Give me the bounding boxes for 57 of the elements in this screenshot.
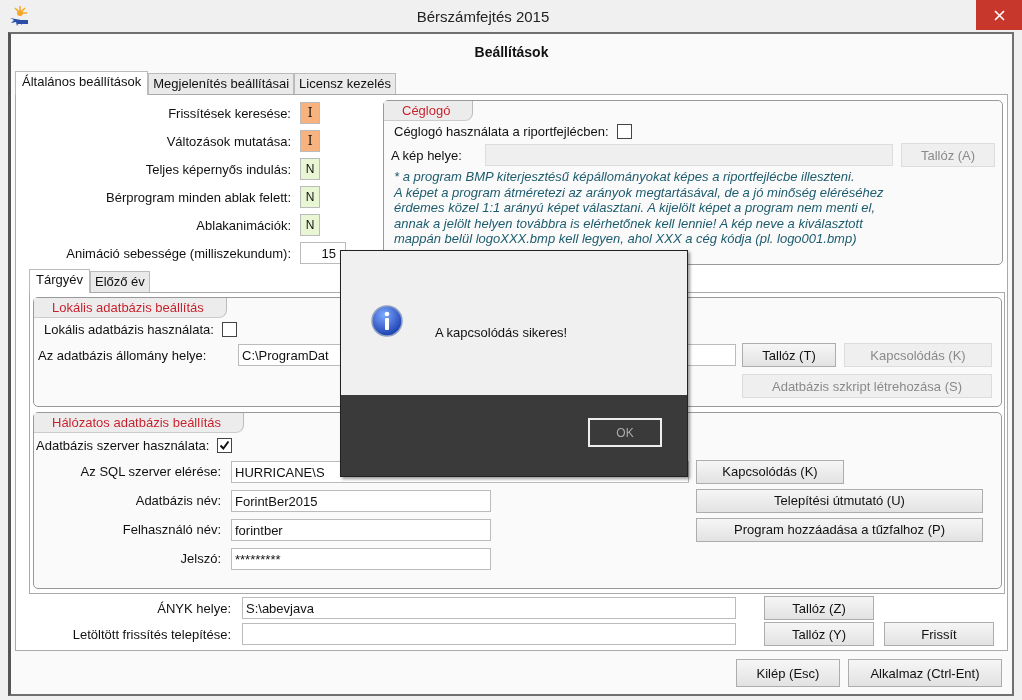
button[interactable]: Kapcsolódás (K) — [696, 459, 844, 484]
button[interactable]: Program hozzáadása a tűzfalhoz (P) — [696, 517, 983, 542]
password-field[interactable]: ********* — [231, 547, 491, 570]
field-label: Jelszó: — [179, 551, 222, 566]
field-label: Az adatbázis állomány helye: — [38, 347, 208, 363]
dialog-heading: Beállítások — [473, 43, 550, 62]
setting-label: Animáció sebessége (milliszekundum): — [65, 245, 291, 261]
toggle-box[interactable]: N — [300, 186, 320, 208]
close-button[interactable] — [976, 0, 1022, 30]
button[interactable]: Telepítési útmutató (U) — [696, 488, 983, 513]
text-field[interactable]: S:\abevjava — [242, 597, 736, 619]
field-label: Adatbázis név: — [134, 493, 222, 508]
field-label: ÁNYK helye: — [156, 600, 232, 616]
checkbox[interactable] — [616, 123, 632, 139]
checkbox-label: Adatbázis szerver használata: — [36, 437, 210, 453]
field-label: Az SQL szerver elérése: — [79, 464, 222, 479]
field-label: A kép helye: — [391, 147, 463, 163]
button[interactable]: Tallóz (Z) — [764, 596, 874, 620]
dialog-message: A kapcsolódás sikeres! — [435, 325, 568, 340]
toggle-box[interactable]: N — [300, 158, 320, 180]
tab[interactable]: Licensz kezelés — [294, 73, 396, 94]
button[interactable]: Kilép (Esc) — [736, 659, 840, 687]
ok-button[interactable]: OK — [588, 418, 662, 447]
toggle-box[interactable]: N — [300, 214, 320, 236]
setting-label: Frissítések keresése: — [167, 105, 291, 121]
close-icon — [993, 9, 1005, 21]
button[interactable]: Tallóz (Y) — [764, 622, 874, 646]
checkbox-label: Céglogó használata a riportfejlécben: — [394, 123, 609, 139]
text-field[interactable]: ForintBer2015 — [231, 489, 491, 512]
field-label: Felhasználó név: — [121, 522, 222, 537]
note-text: * a program BMP kiterjesztésű képállományokat képes a riportfejlécbe illeszteni. A képet a program átméretezi az arányok megtartásával, de a jó minőség eléréséhez érdemes közel 1:1 arányú képet választani. A kijelölt képet a program nem menti el, annak a jelölt helyen továbbra is elérhetőnek kell lennie! A kép neve a kiválasztott mappán belül logoXXX.bmp kell legyen, ahol XXX a cég kódja (pl. logo001.bmp) — [394, 169, 885, 247]
group-title: Hálózatos adatbázis beállítás — [34, 413, 245, 433]
button[interactable]: Alkalmaz (Ctrl-Ent) — [848, 659, 1002, 687]
group-title: Lokális adatbázis beállítás — [34, 298, 227, 318]
tab[interactable]: Tárgyév — [29, 269, 90, 293]
setting-label: Teljes képernyős indulás: — [144, 161, 291, 177]
text-field[interactable]: forintber — [231, 518, 491, 541]
info-icon — [371, 305, 403, 337]
field-label: Letöltött frissítés telepítése: — [71, 626, 232, 642]
checkbox[interactable] — [217, 437, 233, 453]
checkbox-label: Lokális adatbázis használata: — [44, 321, 214, 337]
number-field[interactable]: 15 — [300, 242, 346, 264]
group-title: Céglogó — [384, 101, 474, 121]
button[interactable]: Frissít — [884, 622, 994, 646]
button[interactable]: Tallóz (T) — [742, 343, 836, 367]
setting-label: Bérprogram minden ablak felett: — [105, 189, 291, 205]
setting-label: Változások mutatása: — [165, 133, 291, 149]
tab[interactable]: Általános beállítások — [15, 71, 149, 95]
app-icon — [8, 5, 30, 27]
toggle-box[interactable]: I — [300, 102, 320, 124]
tab[interactable]: Megjelenítés beállításai — [148, 73, 295, 94]
text-field[interactable] — [242, 623, 736, 645]
setting-label: Ablakanimációk: — [195, 217, 291, 233]
toggle-box[interactable]: I — [300, 130, 320, 152]
checkbox[interactable] — [221, 321, 237, 337]
window-title: Bérszámfejtés 2015 — [415, 7, 551, 25]
tab[interactable]: Előző év — [89, 271, 150, 292]
